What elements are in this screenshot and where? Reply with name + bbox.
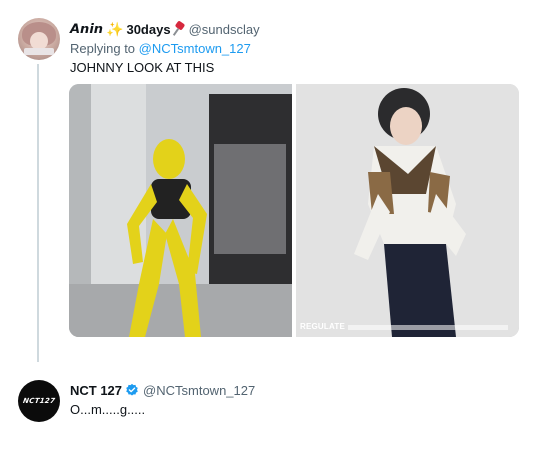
media-watermark: REGULATE xyxy=(300,322,346,331)
verified-badge-icon xyxy=(126,383,138,396)
user-handle[interactable]: @NCTsmtown_127 xyxy=(143,383,255,398)
display-name[interactable]: NCT 127 xyxy=(70,383,122,398)
replying-to-label: Replying to xyxy=(70,41,136,56)
tweet-text: O...m.....g..... xyxy=(70,402,146,417)
avatar[interactable]: NCT127 xyxy=(18,380,60,422)
display-name-suffix[interactable]: 30days xyxy=(126,22,170,37)
media-credit-fine-print xyxy=(348,325,508,330)
mannequin-photo-illustration xyxy=(69,84,292,337)
thread-connector-line xyxy=(37,64,39,362)
tweet-header: NCT 127 @NCTsmtown_127 xyxy=(70,381,255,399)
tweet-header: 𝘼𝙣𝙞𝙣 ✨ 30days @sundsclay xyxy=(70,20,260,38)
tweet-text: JOHNNY LOOK AT THIS xyxy=(70,60,215,75)
tweet-media[interactable]: REGULATE xyxy=(69,84,519,337)
avatar[interactable] xyxy=(18,18,60,60)
pushpin-icon xyxy=(172,20,185,36)
avatar-banner xyxy=(24,48,54,55)
display-name[interactable]: 𝘼𝙣𝙞𝙣 xyxy=(70,22,103,37)
model-photo-illustration xyxy=(296,84,519,337)
sparkle-icon: ✨ xyxy=(106,20,124,37)
media-photo-model[interactable]: REGULATE xyxy=(296,84,519,337)
tweet-thread: 𝘼𝙣𝙞𝙣 ✨ 30days @sundsclay Replying to @NC… xyxy=(0,0,540,450)
replying-to-mention-link[interactable]: @NCTsmtown_127 xyxy=(139,41,251,56)
media-photo-mannequin[interactable] xyxy=(69,84,292,337)
avatar-logo: NCT127 xyxy=(22,397,56,405)
user-handle[interactable]: @sundsclay xyxy=(189,22,260,37)
replying-to: Replying to @NCTsmtown_127 xyxy=(70,41,251,56)
